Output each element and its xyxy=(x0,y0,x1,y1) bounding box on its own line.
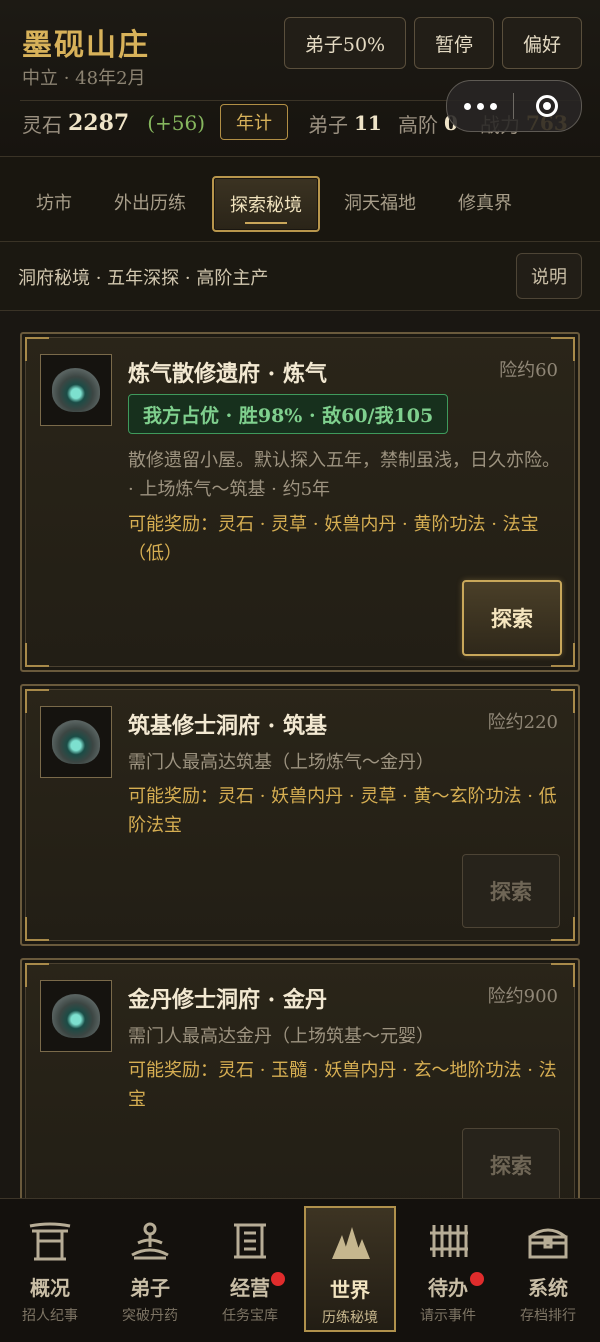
cave-thumbnail xyxy=(40,980,112,1052)
risk-value: 险约60 xyxy=(499,360,558,381)
cave-icon xyxy=(52,994,100,1038)
tab-cultivation-world[interactable]: 修真界 xyxy=(444,176,526,228)
nav-label: 概况 xyxy=(30,1276,70,1300)
scroll-icon xyxy=(227,1218,273,1264)
cave-thumbnail xyxy=(40,706,112,778)
realm-title: 金丹修士洞府 · 金丹 xyxy=(128,987,327,1013)
explore-button-disabled[interactable]: 探索 xyxy=(462,1128,560,1202)
nav-label: 世界 xyxy=(330,1278,370,1302)
meditation-icon xyxy=(127,1218,173,1264)
mountain-icon xyxy=(327,1220,373,1266)
tab-blessed-land[interactable]: 洞天福地 xyxy=(328,176,432,228)
nav-sublabel: 请示事件 xyxy=(420,1308,476,1324)
notification-badge xyxy=(470,1272,484,1286)
possible-rewards: 可能奖励：灵石 · 妖兽内丹 · 灵草 · 黄～玄阶功法 · 低阶法宝 xyxy=(128,786,557,836)
spirit-stone-label: 灵石 xyxy=(22,112,62,137)
tab-outing[interactable]: 外出历练 xyxy=(98,176,202,228)
sect-name: 墨砚山庄 xyxy=(22,28,150,63)
tab-explore-secret-realm[interactable]: 探索秘境 xyxy=(212,176,320,232)
nav-label: 弟子 xyxy=(130,1276,170,1300)
alignment-date: 中立 · 48年2月 xyxy=(22,68,146,89)
nav-sublabel: 招人纪事 xyxy=(22,1308,78,1324)
spirit-stone-value: 2287 xyxy=(68,110,130,136)
nav-todo[interactable]: 待办 请示事件 xyxy=(400,1206,496,1332)
nav-sublabel: 历练秘境 xyxy=(322,1310,378,1326)
realm-requirement: 需门人最高达筑基（上场炼气～金丹） xyxy=(128,752,434,773)
miniprogram-capsule xyxy=(446,80,582,132)
disciples-stat: 弟子 11 xyxy=(308,108,382,138)
realm-card-foundation: 筑基修士洞府 · 筑基 险约220 需门人最高达筑基（上场炼气～金丹） 可能奖励… xyxy=(20,684,580,946)
advantage-badge: 我方占优 · 胜98% · 敌60/我105 xyxy=(128,394,449,434)
nav-overview[interactable]: 概况 招人纪事 xyxy=(2,1206,98,1332)
cave-icon xyxy=(52,720,100,764)
explore-button[interactable]: 探索 xyxy=(462,580,562,656)
nav-management[interactable]: 经营 任务宝库 xyxy=(202,1206,298,1332)
nav-world[interactable]: 世界 历练秘境 xyxy=(304,1206,396,1332)
disciples-ratio-button[interactable]: 弟子50% xyxy=(284,17,406,69)
cave-thumbnail xyxy=(40,354,112,426)
nav-system[interactable]: 系统 存档排行 xyxy=(500,1206,596,1332)
gate-icon xyxy=(27,1218,73,1264)
yearly-summary-button[interactable]: 年计 xyxy=(220,104,288,140)
risk-value: 险约900 xyxy=(487,986,558,1007)
realm-requirement: 需门人最高达金丹（上场筑基～元婴） xyxy=(128,1026,434,1047)
realm-description: 散修遗留小屋。默认探入五年，禁制虽浅，日久亦险。 · 上场炼气～筑基 · 约5年 xyxy=(128,450,560,500)
nav-disciples[interactable]: 弟子 突破丹药 xyxy=(102,1206,198,1332)
nav-sublabel: 任务宝库 xyxy=(222,1308,278,1324)
chest-icon xyxy=(525,1218,571,1264)
cave-icon xyxy=(52,368,100,412)
disciples-label: 弟子 xyxy=(308,112,348,137)
realm-title: 筑基修士洞府 · 筑基 xyxy=(128,713,327,739)
nav-label: 待办 xyxy=(428,1276,468,1300)
card-corner xyxy=(25,643,49,667)
tab-market[interactable]: 坊市 xyxy=(22,176,86,228)
possible-rewards: 可能奖励：灵石 · 玉髓 · 妖兽内丹 · 玄～地阶功法 · 法宝 xyxy=(128,1060,557,1110)
nav-label: 系统 xyxy=(528,1276,568,1300)
nav-sublabel: 突破丹药 xyxy=(122,1308,178,1324)
risk-value: 险约220 xyxy=(487,712,558,733)
explore-button-disabled[interactable]: 探索 xyxy=(462,854,560,928)
card-corner xyxy=(25,917,49,941)
disciples-value: 11 xyxy=(354,111,382,135)
high-rank-label: 高阶 xyxy=(398,112,438,137)
nav-label: 经营 xyxy=(230,1276,270,1300)
bamboo-slips-icon xyxy=(425,1218,471,1264)
pause-button[interactable]: 暂停 xyxy=(414,17,494,69)
realm-card-qi-refining: 炼气散修遗府 · 炼气 险约60 我方占优 · 胜98% · 敌60/我105 … xyxy=(20,332,580,672)
notification-badge xyxy=(271,1272,285,1286)
realm-card-golden-core: 金丹修士洞府 · 金丹 险约900 需门人最高达金丹（上场筑基～元婴） 可能奖励… xyxy=(20,958,580,1220)
spirit-stone-stat: 灵石 2287 (+56) xyxy=(22,108,205,138)
realm-info-text: 洞府秘境 · 五年深探 · 高阶主产 xyxy=(18,268,269,289)
preferences-button[interactable]: 偏好 xyxy=(502,17,582,69)
realm-title: 炼气散修遗府 · 炼气 xyxy=(128,361,327,387)
nav-sublabel: 存档排行 xyxy=(520,1308,576,1324)
close-miniprogram-icon[interactable] xyxy=(514,95,580,117)
possible-rewards: 可能奖励：灵石 · 灵草 · 妖兽内丹 · 黄阶功法 · 法宝（低） xyxy=(128,514,539,564)
explain-button[interactable]: 说明 xyxy=(516,253,582,299)
more-menu-icon[interactable] xyxy=(447,102,513,110)
spirit-stone-delta: (+56) xyxy=(147,111,206,135)
